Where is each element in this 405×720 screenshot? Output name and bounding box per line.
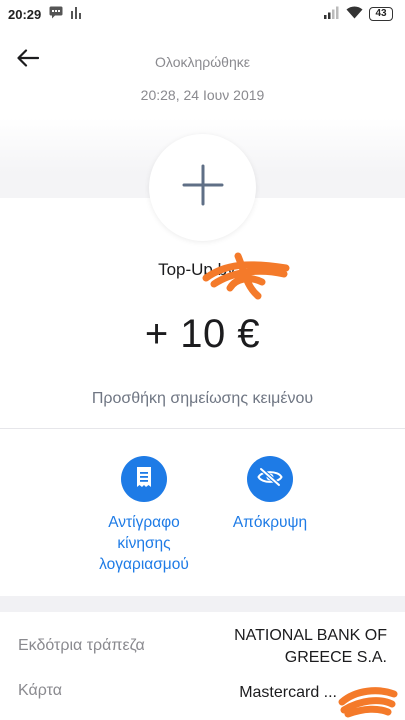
- status-bar: 20:29 43: [0, 0, 405, 28]
- issuing-bank-value: NATIONAL BANK OF GREECE S.A.: [234, 627, 387, 666]
- hide-button[interactable]: Απόκρυψη: [190, 456, 350, 533]
- status-time: 20:29: [8, 6, 42, 22]
- transaction-amount: + 10 €: [144, 312, 261, 356]
- transaction-status: Ολοκληρώθηκε: [155, 54, 250, 70]
- section-separator: [0, 596, 405, 612]
- card-value: Mastercard ...: [239, 684, 337, 701]
- issuing-bank-row: Εκδότρια τράπεζα NATIONAL BANK OF GREECE…: [0, 625, 405, 669]
- message-notification-icon: [49, 6, 63, 22]
- receipt-icon: [134, 466, 154, 493]
- statement-copy-label: Αντίγραφο κίνησης λογαριασμού: [99, 514, 189, 573]
- battery-indicator: 43: [369, 7, 393, 21]
- data-usage-icon: [71, 6, 82, 22]
- redaction-scribble: [200, 248, 292, 302]
- issuing-bank-label: Εκδότρια τράπεζα: [18, 637, 145, 654]
- add-note-link[interactable]: Προσθήκη σημείωσης κειμένου: [0, 390, 405, 408]
- wifi-icon: [346, 6, 363, 22]
- transaction-detail-screen: 20:29 43 Ολοκληρώθηκε 20:28, 24 Ιουν 201…: [0, 0, 405, 720]
- card-label: Κάρτα: [18, 682, 62, 699]
- divider: [0, 428, 405, 429]
- hide-label: Απόκρυψη: [232, 514, 308, 531]
- transaction-type-avatar: [149, 134, 256, 241]
- transaction-datetime: 20:28, 24 Ιουν 2019: [140, 87, 265, 103]
- card-number-redaction: [338, 684, 398, 718]
- eye-off-icon: [257, 467, 283, 492]
- plus-icon: [181, 163, 225, 212]
- signal-icon: [324, 6, 340, 22]
